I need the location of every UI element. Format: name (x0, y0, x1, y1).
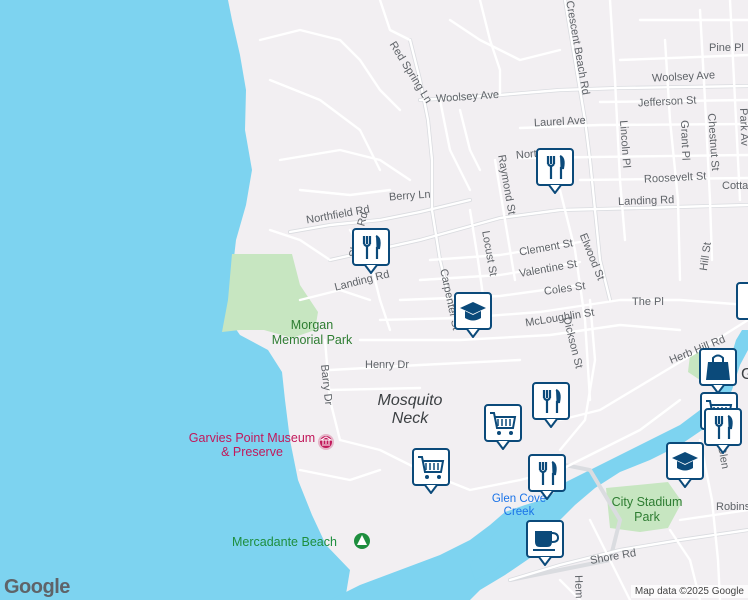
restaurant-marker[interactable] (528, 454, 566, 501)
map-attribution[interactable]: Map data ©2025 Google (630, 585, 748, 598)
street-label: Henry Dr (365, 359, 410, 371)
school-icon (454, 292, 492, 339)
school-marker[interactable] (454, 292, 492, 339)
shopping-cart-icon (412, 448, 450, 495)
street-label: The Pl (632, 296, 664, 308)
street-label: Pine Pl (709, 42, 744, 54)
street-label: Hem (572, 574, 585, 599)
museum-label[interactable]: Garvies Point Museum & Preserve (186, 431, 318, 459)
restaurant-icon (532, 382, 570, 429)
cafe-icon (526, 520, 564, 567)
google-logo: Google (4, 576, 70, 598)
restaurant-icon (536, 148, 574, 195)
restaurant-marker[interactable] (536, 148, 574, 195)
street-label: Landing Rd (617, 194, 675, 208)
cafe-marker[interactable] (526, 520, 564, 567)
street-label: Cottag (722, 180, 748, 192)
neighborhood-label: Mosquito Neck (377, 392, 443, 427)
partial-marker[interactable] (736, 282, 748, 328)
shopping-cart-icon (484, 404, 522, 451)
restaurant-icon (528, 454, 566, 501)
restaurant-icon (704, 408, 742, 455)
restaurant-marker[interactable] (704, 408, 742, 455)
park-label: Morgan Memorial Park (271, 318, 353, 347)
restaurant-marker[interactable] (532, 382, 570, 429)
restaurant-marker[interactable] (352, 228, 390, 275)
school-marker[interactable] (666, 442, 704, 489)
grocery-marker[interactable] (484, 404, 522, 451)
edge-label: G (741, 366, 748, 383)
school-icon (666, 442, 704, 489)
stadium-park-label: City Stadium Park (611, 495, 683, 524)
street-label: Park Av (737, 107, 748, 147)
street-label: Grant Pl (678, 119, 692, 161)
beach-label[interactable]: Mercadante Beach (232, 535, 337, 549)
restaurant-icon (352, 228, 390, 275)
street-label: Lincoln Pl (617, 119, 633, 169)
shopping-bag-icon (699, 348, 737, 395)
street-label: Robins (716, 501, 748, 513)
restaurant-icon (736, 282, 748, 320)
store-marker[interactable] (699, 348, 737, 395)
map-canvas[interactable]: Red Spring Ln Woolsey Ave Woolsey Ave Cr… (0, 0, 748, 600)
grocery-marker[interactable] (412, 448, 450, 495)
